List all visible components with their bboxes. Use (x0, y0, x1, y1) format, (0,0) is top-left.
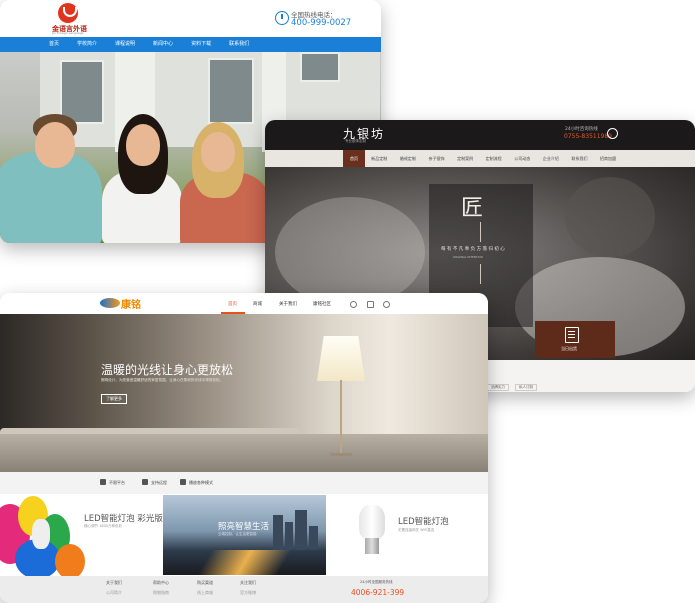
lighting-website-screenshot: 康铭 首页 商城 关于我们 康铭社区 温暖的光线让身心更放松 照明设计，为您营造… (0, 293, 488, 603)
hotline-label: 24小时咨询热线 (565, 127, 598, 132)
nav-item-contact[interactable]: 联系我们 (565, 150, 594, 167)
footer-link[interactable]: 购物指南 (153, 590, 169, 596)
nav-item-about[interactable]: 关于我们 (279, 301, 297, 307)
cart-icon[interactable] (367, 301, 374, 308)
nav-item-news[interactable]: 公司动态 (508, 150, 537, 167)
footer-col-head: 关注我们 (240, 580, 256, 585)
nav-item-home[interactable]: 首页 (40, 37, 68, 52)
nav-item-wedding-ring[interactable]: 婚戒定制 (394, 150, 423, 167)
document-icon (565, 327, 579, 343)
footer-col-head: 帮助中心 (153, 580, 169, 585)
hotline-number: 400-999-0027 (291, 18, 352, 28)
nav-item-contact[interactable]: 联系我们 (220, 37, 258, 52)
hero-slogan: 每 有 不 凡 奉 负 方 落 归 初 心 (441, 247, 505, 252)
school-logo-subtitle: Jin Foreign Language (52, 31, 84, 35)
footer-col-head: 关于我们 (106, 580, 122, 585)
hero-banner-lamp: 温暖的光线让身心更放松 照明设计，为您营造温暖舒适的家居氛围，让身心在柔和的光线… (0, 314, 488, 472)
product-subtitle: 云端控制，让生活更智能 (218, 532, 257, 536)
nav-item-community[interactable]: 康铭社区 (313, 301, 331, 307)
phone-icon (275, 11, 289, 25)
user-icon[interactable] (383, 301, 390, 308)
lighting-logo-text[interactable]: 康铭 (121, 296, 141, 311)
lighting-logo-icon[interactable] (100, 298, 120, 308)
nav-item-news[interactable]: 新闻中心 (144, 37, 182, 52)
nav-item-new-custom[interactable]: 新品定制 (365, 150, 394, 167)
nav-item-store[interactable]: 商城 (253, 301, 262, 307)
hero-char-top: 匠 (461, 196, 484, 221)
footer-link[interactable]: 公司简介 (106, 590, 122, 596)
footer-hotline-number: 4006-921-399 (351, 588, 405, 597)
product-card-smart-life[interactable]: 照亮智慧生活 云端控制，让生活更智能 (163, 495, 326, 575)
footer-link[interactable]: 线上商城 (197, 590, 213, 596)
nav-item-about[interactable]: 学校简介 (68, 37, 106, 52)
feature-platform: 不限平台 (109, 480, 125, 485)
school-logo-icon[interactable] (58, 3, 78, 23)
site-footer: 关于我们 公司简介 帮助中心 购物指南 购买渠道 线上商城 关注我们 官方微博 … (0, 576, 488, 603)
tag-custom[interactable]: 私人订制 (515, 384, 537, 391)
color-splash-image (0, 494, 90, 576)
floor-lamp-image (317, 336, 365, 381)
remote-icon (142, 479, 148, 485)
search-icon[interactable] (350, 301, 357, 308)
nav-item-process[interactable]: 定制流程 (479, 150, 508, 167)
tag-brand[interactable]: 品牌实力 (487, 384, 509, 391)
nav-item-about[interactable]: 企业介绍 (537, 150, 566, 167)
hero-slogan-english: ORIGINAL INTENTION (453, 255, 483, 259)
product-subtitle: 无需连接网关 WiFi直连 (398, 528, 435, 532)
product-title: 照亮智慧生活 (218, 522, 270, 532)
product-card-led-bulb[interactable] (326, 494, 488, 576)
site-header: 金语言外语 Jin Foreign Language 全国热线电话： 400-9… (0, 0, 381, 37)
product-subtitle: 随心调节 1600万种色彩 (84, 524, 123, 528)
site-header: 九银坊 专业银饰定制 24小时咨询热线 0755-83511989 (265, 120, 695, 150)
feature-tile[interactable]: 当日出货 (535, 321, 615, 358)
product-title: LED智能灯泡 彩光版 (84, 514, 163, 524)
feature-remote: 支持远程 (151, 480, 167, 485)
feature-modes: 播放各种模式 (189, 480, 213, 485)
hero-subtitle: 照明设计，为您营造温暖舒适的家居氛围，让身心在柔和的光线中得到放松。 (101, 378, 224, 382)
hotline-number: 0755-83511989 (564, 133, 612, 140)
footer-link[interactable]: 官方微博 (240, 590, 256, 596)
mode-icon (180, 479, 186, 485)
footer-hotline-label: 24小时全国服务热线 (360, 580, 393, 584)
clock-icon (607, 128, 618, 139)
footer-col-head: 购买渠道 (197, 580, 213, 585)
nav-item-courses[interactable]: 课程说明 (106, 37, 144, 52)
nav-item-home[interactable]: 首页 (343, 150, 365, 167)
main-nav: 首页 学校简介 课程说明 新闻中心 资料下载 联系我们 (0, 37, 381, 52)
product-card-color-bulb[interactable]: LED智能灯泡 彩光版 随心调节 1600万种色彩 (0, 494, 163, 576)
nav-item-cases[interactable]: 定制案例 (451, 150, 480, 167)
nav-item-franchise[interactable]: 招商加盟 (594, 150, 623, 167)
nav-item-family-silver[interactable]: 亲子银饰 (422, 150, 451, 167)
nav-item-home[interactable]: 首页 (228, 301, 237, 307)
nav-item-downloads[interactable]: 资料下载 (182, 37, 220, 52)
hero-title: 温暖的光线让身心更放松 (101, 363, 234, 377)
feature-bar: 不限平台 支持远程 播放各种模式 (0, 472, 488, 494)
product-title: LED智能灯泡 (398, 517, 449, 527)
led-bulb-image (359, 505, 385, 539)
main-nav: 首页 新品定制 婚戒定制 亲子银饰 定制案例 定制流程 公司动态 企业介绍 联系… (265, 150, 695, 167)
site-header: 康铭 首页 商城 关于我们 康铭社区 (0, 293, 488, 314)
carousel-dots (235, 462, 255, 472)
platform-icon (100, 479, 106, 485)
jewelry-logo-subtitle: 专业银饰定制 (345, 139, 366, 143)
feature-tile-label: 当日出货 (561, 346, 577, 351)
hero-learn-more-button[interactable]: 了解更多 (101, 394, 127, 404)
